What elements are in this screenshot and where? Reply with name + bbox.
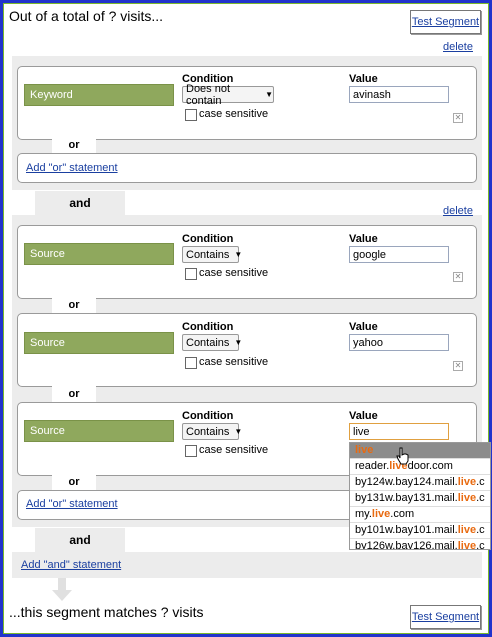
condition-select-value: Contains	[186, 425, 230, 438]
condition-select[interactable]: Does not contain ▼	[182, 83, 274, 107]
dimension-source[interactable]: Source	[24, 332, 174, 354]
autocomplete-item[interactable]: reader.livedoor.com	[350, 459, 490, 475]
add-and-statement-link[interactable]: Add "and" statement	[21, 559, 121, 571]
autocomplete-item[interactable]: my.live.com	[350, 507, 490, 523]
or-separator: or	[52, 137, 96, 153]
test-segment-button-top[interactable]: Test Segment	[410, 10, 481, 34]
autocomplete-item[interactable]: live	[350, 443, 490, 459]
value-label: Value	[349, 233, 378, 245]
or-separator: or	[52, 297, 96, 313]
chevron-down-icon: ▼	[234, 250, 243, 259]
delete-group2-link[interactable]: delete	[443, 205, 473, 217]
remove-rule-icon[interactable]: ✕	[453, 272, 463, 282]
case-sensitive-checkbox[interactable]	[185, 445, 197, 457]
add-or-statement-link[interactable]: Add "or" statement	[26, 162, 118, 174]
autocomplete-item[interactable]: by124w.bay124.mail.live.c	[350, 475, 490, 491]
and-separator: and	[35, 528, 125, 552]
hand-cursor-icon	[396, 447, 409, 465]
chevron-down-icon: ▼	[265, 90, 273, 99]
condition-select-value: Does not contain	[186, 82, 231, 107]
and-separator: and	[35, 191, 125, 215]
delete-group1-link[interactable]: delete	[443, 41, 473, 53]
value-label: Value	[349, 321, 378, 333]
or-separator: or	[52, 386, 96, 402]
case-sensitive-label: case sensitive	[199, 444, 269, 456]
autocomplete-item[interactable]: by101w.bay101.mail.live.c	[350, 523, 490, 539]
autocomplete-item[interactable]: by126w.bay126.mail.live.c	[350, 539, 490, 549]
chevron-down-icon: ▼	[234, 338, 243, 347]
case-sensitive-label: case sensitive	[199, 108, 269, 120]
value-label: Value	[349, 410, 378, 422]
value-input[interactable]: google	[349, 246, 449, 263]
down-arrow-icon	[52, 578, 72, 601]
value-input[interactable]: yahoo	[349, 334, 449, 351]
add-or-statement-link[interactable]: Add "or" statement	[26, 498, 118, 510]
remove-rule-icon[interactable]: ✕	[453, 113, 463, 123]
condition-select[interactable]: Contains ▼	[182, 246, 243, 263]
case-sensitive-checkbox[interactable]	[185, 268, 197, 280]
condition-label: Condition	[182, 233, 234, 245]
case-sensitive-label: case sensitive	[199, 267, 269, 279]
value-input[interactable]: avinash	[349, 86, 449, 103]
header-title: Out of a total of ? visits...	[9, 8, 164, 24]
condition-label: Condition	[182, 321, 234, 333]
autocomplete-dropdown: live reader.livedoor.com by124w.bay124.m…	[349, 442, 491, 550]
value-input-active[interactable]: live	[349, 423, 449, 440]
footer-title: ...this segment matches ? visits	[9, 604, 204, 620]
dimension-keyword[interactable]: Keyword	[24, 84, 174, 106]
condition-select-value: Contains	[186, 336, 230, 349]
remove-rule-icon[interactable]: ✕	[453, 361, 463, 371]
chevron-down-icon: ▼	[234, 427, 243, 436]
autocomplete-item[interactable]: by131w.bay131.mail.live.c	[350, 491, 490, 507]
or-separator: or	[52, 474, 96, 490]
condition-select[interactable]: Contains ▼	[182, 334, 243, 351]
case-sensitive-checkbox[interactable]	[185, 109, 197, 121]
case-sensitive-label: case sensitive	[199, 356, 269, 368]
test-segment-button-bottom[interactable]: Test Segment	[410, 605, 481, 629]
dimension-source[interactable]: Source	[24, 420, 174, 442]
value-label: Value	[349, 73, 378, 85]
condition-select[interactable]: Contains ▼	[182, 423, 243, 440]
dimension-source[interactable]: Source	[24, 243, 174, 265]
condition-select-value: Contains	[186, 248, 230, 261]
condition-label: Condition	[182, 410, 234, 422]
case-sensitive-checkbox[interactable]	[185, 357, 197, 369]
